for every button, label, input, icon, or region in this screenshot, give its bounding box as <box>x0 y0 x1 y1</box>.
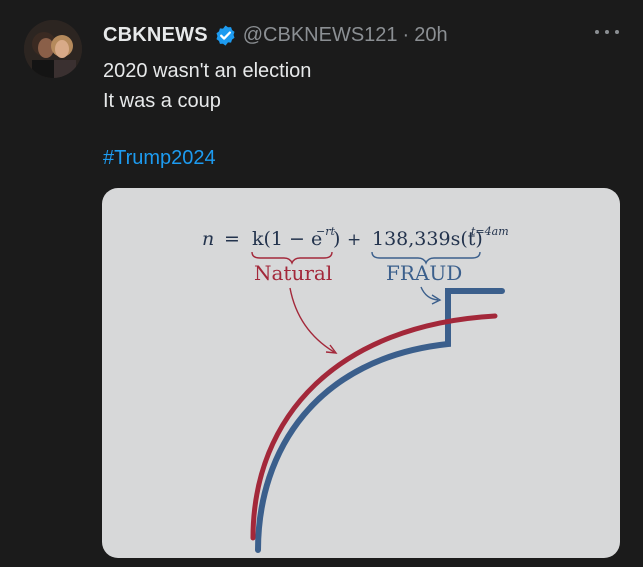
author-name[interactable]: CBKNEWS <box>103 24 208 47</box>
natural-arrow <box>289 287 335 353</box>
eq-fraud-term: 138,339s(t) <box>372 228 483 250</box>
natural-curve <box>250 313 498 541</box>
natural-arrowhead <box>325 344 338 354</box>
eq-natural-term: k(1 − e <box>252 228 322 250</box>
avatar-photo <box>24 20 82 78</box>
tweet-text-line-1: 2020 wasn't an election <box>103 60 312 82</box>
tweet-media-image[interactable]: n = k(1 − e −rt ) + 138,339s(t) t=4am Na… <box>102 188 620 558</box>
author-handle[interactable]: @CBKNEWS121 <box>243 24 398 47</box>
avatar[interactable] <box>24 20 82 78</box>
tweet-header: CBKNEWS @CBKNEWS121 · 20h <box>103 22 448 48</box>
eq-equals: = <box>224 228 240 250</box>
tweet-text-line-2: It was a coup <box>103 90 221 112</box>
more-options-icon[interactable] <box>595 24 619 40</box>
eq-natural-close: ) <box>333 228 340 250</box>
hashtag-link[interactable]: #Trump2024 <box>103 144 216 172</box>
post-time[interactable]: 20h <box>414 24 447 47</box>
fraud-label: FRAUD <box>386 261 462 285</box>
eq-plus: + <box>347 230 361 250</box>
verified-badge-icon[interactable] <box>214 24 237 47</box>
natural-label: Natural <box>254 261 332 285</box>
tweet-text: 2020 wasn't an election It was a coup <box>103 56 311 116</box>
fraud-arrow <box>420 286 439 301</box>
fraud-curve <box>255 288 505 553</box>
equation-graph: n = k(1 − e −rt ) + 138,339s(t) t=4am Na… <box>202 225 509 553</box>
separator-dot: · <box>402 23 410 46</box>
tweet: CBKNEWS @CBKNEWS121 · 20h 2020 wasn't an… <box>0 0 643 567</box>
eq-lhs: n <box>202 228 214 250</box>
eq-fraud-exponent: t=4am <box>471 225 509 238</box>
